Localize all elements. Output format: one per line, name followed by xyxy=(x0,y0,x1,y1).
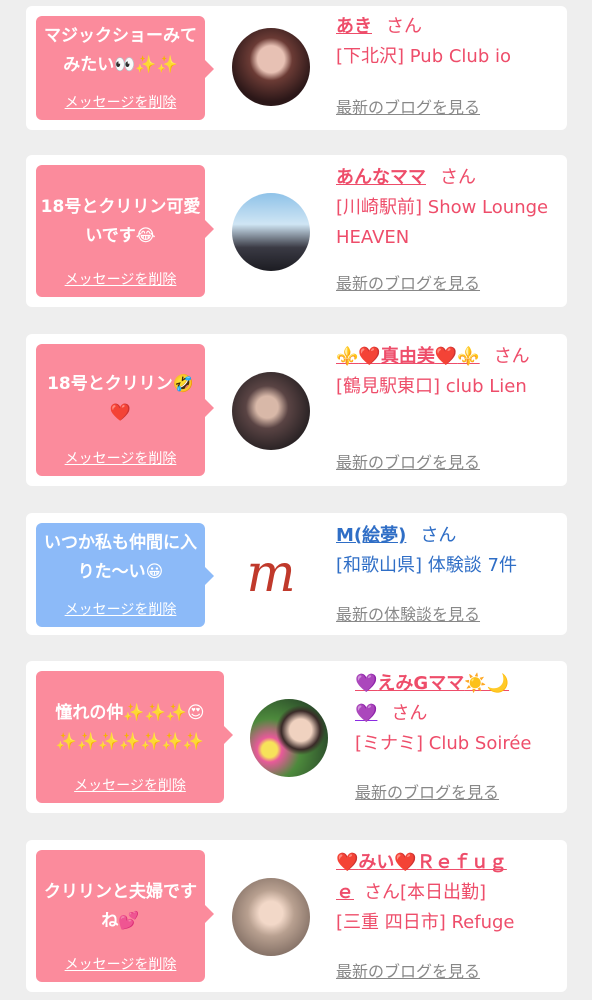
message-card: マジックショーみてみたい👀✨✨ メッセージを削除 あき さん [下北沢] Pub … xyxy=(26,6,567,130)
shop-name: [ミナミ] Club Soirée xyxy=(355,733,532,754)
message-text: マジックショーみてみたい👀✨✨ xyxy=(44,26,197,75)
shop-name: [三重 四日市] Refuge xyxy=(336,912,515,933)
honorific: さん xyxy=(386,16,422,37)
latest-experience-link[interactable]: 最新の体験談を見る xyxy=(336,601,480,625)
latest-blog-link[interactable]: 最新のブログを見る xyxy=(336,94,480,118)
heart-icon: ❤️ xyxy=(394,852,417,873)
message-card: クリリンと夫婦ですね💕 メッセージを削除 ❤️みい❤️Ｒｅｆｕｇ ｅ さん[本日出… xyxy=(26,840,567,992)
user-info: あんなママ さん [川崎駅前] Show Lounge HEAVEN xyxy=(336,163,553,253)
message-card: 憧れの仲✨✨✨😍✨✨✨✨✨✨✨ メッセージを削除 💜えみGママ☀️🌙 💜 さん [… xyxy=(26,661,567,813)
status-badge: [本日出勤] xyxy=(400,882,487,903)
fleur-icon: ⚜️ xyxy=(457,346,480,367)
user-name-link[interactable]: ❤️みい❤️Ｒｅｆｕｇ xyxy=(336,852,507,873)
fleur-icon: ⚜️ xyxy=(336,346,359,367)
latest-blog-link[interactable]: 最新のブログを見る xyxy=(355,779,499,803)
avatar[interactable] xyxy=(232,372,310,450)
message-bubble: マジックショーみてみたい👀✨✨ メッセージを削除 xyxy=(36,16,214,120)
user-name-link[interactable]: M(絵夢) xyxy=(336,525,406,546)
honorific: さん xyxy=(391,703,428,724)
message-bubble: 憧れの仲✨✨✨😍✨✨✨✨✨✨✨ メッセージを削除 xyxy=(36,671,233,803)
message-card: 18号とクリリン可愛いです😂 メッセージを削除 あんなママ さん [川崎駅前] S… xyxy=(26,155,567,307)
latest-blog-link[interactable]: 最新のブログを見る xyxy=(336,449,480,473)
shop-name: [鶴見駅東口] club Lien xyxy=(336,376,527,397)
purple-heart-icon[interactable]: 💜 xyxy=(355,703,377,724)
honorific: さん xyxy=(420,525,457,546)
avatar[interactable] xyxy=(232,28,310,106)
latest-blog-link[interactable]: 最新のブログを見る xyxy=(336,958,480,982)
user-info: ⚜️❤️真由美❤️⚜️ さん [鶴見駅東口] club Lien xyxy=(336,342,553,402)
avatar[interactable]: m xyxy=(232,535,310,613)
heart-icon: ❤️ xyxy=(358,346,381,367)
sun-moon-icons: ☀️🌙 xyxy=(464,673,510,694)
shop-name: [和歌山県] 体験談 7件 xyxy=(336,555,517,576)
heart-icon: ❤️ xyxy=(434,346,458,367)
message-text: 18号とクリリン可愛いです😂 xyxy=(40,197,201,246)
user-info: ❤️みい❤️Ｒｅｆｕｇ ｅ さん[本日出勤] [三重 四日市] Refuge xyxy=(336,848,553,938)
user-info: 💜えみGママ☀️🌙 💜 さん [ミナミ] Club Soirée xyxy=(355,669,553,759)
message-text: クリリンと夫婦ですね💕 xyxy=(44,882,197,931)
delete-message-link[interactable]: メッセージを削除 xyxy=(36,450,205,468)
delete-message-link[interactable]: メッセージを削除 xyxy=(36,271,205,289)
shop-name: [下北沢] Pub Club io xyxy=(336,46,511,67)
user-name-link[interactable]: 💜えみGママ☀️🌙 xyxy=(355,673,509,694)
user-name-link[interactable]: ⚜️❤️真由美❤️⚜️ xyxy=(336,346,480,367)
message-bubble: いつか私も仲間に入りた〜い😀 メッセージを削除 xyxy=(36,523,214,627)
user-info: M(絵夢) さん [和歌山県] 体験談 7件 xyxy=(336,521,553,581)
message-text: 憧れの仲✨✨✨😍✨✨✨✨✨✨✨ xyxy=(55,703,205,752)
heart-icon: ❤️ xyxy=(336,852,359,873)
message-card: いつか私も仲間に入りた〜い😀 メッセージを削除 m M(絵夢) さん [和歌山県]… xyxy=(26,513,567,635)
avatar[interactable] xyxy=(250,699,328,777)
honorific: さん xyxy=(440,167,476,188)
message-text: 18号とクリリン🤣❤️ xyxy=(47,374,194,423)
message-card: 18号とクリリン🤣❤️ メッセージを削除 ⚜️❤️真由美❤️⚜️ さん [鶴見駅東… xyxy=(26,334,567,486)
avatar[interactable] xyxy=(232,193,310,271)
purple-heart-icon: 💜 xyxy=(355,673,378,694)
message-bubble: クリリンと夫婦ですね💕 メッセージを削除 xyxy=(36,850,214,982)
message-bubble: 18号とクリリン🤣❤️ メッセージを削除 xyxy=(36,344,214,476)
message-text: いつか私も仲間に入りた〜い😀 xyxy=(44,533,197,582)
message-bubble: 18号とクリリン可愛いです😂 メッセージを削除 xyxy=(36,165,214,297)
user-info: あき さん [下北沢] Pub Club io xyxy=(336,12,553,72)
shop-name: [川崎駅前] Show Lounge HEAVEN xyxy=(336,197,549,248)
user-name-link[interactable]: あんなママ xyxy=(336,167,426,188)
latest-blog-link[interactable]: 最新のブログを見る xyxy=(336,270,480,294)
avatar[interactable] xyxy=(232,878,310,956)
honorific: さん xyxy=(493,346,530,367)
delete-message-link[interactable]: メッセージを削除 xyxy=(36,956,205,974)
avatar-letter: m xyxy=(246,544,296,604)
delete-message-link[interactable]: メッセージを削除 xyxy=(36,94,205,112)
honorific: さん xyxy=(364,882,400,903)
user-name-continued[interactable]: ｅ xyxy=(336,882,354,903)
delete-message-link[interactable]: メッセージを削除 xyxy=(36,777,224,795)
user-name-link[interactable]: あき xyxy=(336,16,372,37)
delete-message-link[interactable]: メッセージを削除 xyxy=(36,601,205,619)
